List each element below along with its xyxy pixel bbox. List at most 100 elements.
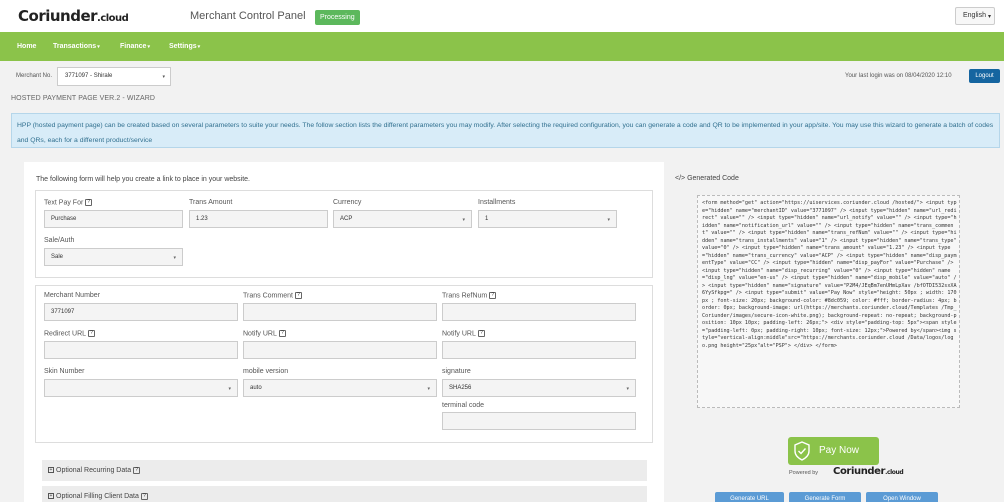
plus-icon: + [48,493,54,500]
nav-item-label: Transactions [53,43,97,50]
chevron-down-icon: ▾ [173,255,176,261]
merchant-number-input[interactable]: 3771097 [44,303,238,321]
plus-icon: + [48,467,54,474]
open-window-button[interactable]: Open Window [866,492,938,502]
text-pay-for-label: Text Pay For? [44,199,93,206]
last-login-text: Your last login was on 08/04/2020 12:10 [845,73,952,79]
mobile-version-label: mobile version [243,368,289,375]
mobile-version-value: auto [250,385,262,391]
top-header: Coriunder.cloud Merchant Control Panel P… [0,0,1004,32]
main-nav: Home Transactions▾ Finance▾ Settings▾ [0,32,1004,61]
field-label: Notify URL [243,330,277,338]
nav-item-finance[interactable]: Finance▾ [120,32,150,61]
generated-code-text[interactable]: <form method="get" action="https://uiser… [702,200,958,350]
info-alert: HPP (hosted payment page) can be created… [11,113,1000,148]
installments-value: 1 [485,216,489,222]
panel-title: Merchant Control Panel [190,10,306,22]
field-label: Trans RefNum [442,292,488,300]
nav-item-settings[interactable]: Settings▾ [169,32,200,61]
button-label: Generate Form [804,496,846,502]
help-icon[interactable]: ? [489,292,497,299]
field-label: Redirect URL [44,330,87,338]
generate-form-button[interactable]: Generate Form [789,492,861,502]
nav-item-transactions[interactable]: Transactions▾ [53,32,100,61]
powered-logo-tld: .cloud [885,469,904,476]
text-pay-for-input[interactable]: Purchase [44,210,183,228]
generate-url-button[interactable]: Generate URL [715,492,784,502]
trans-amount-input[interactable]: 1.23 [189,210,328,228]
installments-select[interactable]: 1 ▾ [478,210,617,228]
nav-item-label: Settings [169,43,197,50]
mobile-version-select[interactable]: auto ▾ [243,379,437,397]
help-icon[interactable]: ? [294,292,302,299]
sale-auth-select[interactable]: Sale ▾ [44,248,183,266]
nav-item-label: Home [17,43,37,50]
field-label: Notify URL [442,330,476,338]
chevron-down-icon: ▾ [607,217,610,223]
skin-number-select[interactable]: ▾ [44,379,238,397]
help-icon[interactable]: ? [88,330,96,337]
code-icon: </> [675,175,686,182]
chevron-down-icon: ▾ [228,386,231,392]
trans-comment-label: Trans Comment? [243,292,302,299]
language-select[interactable]: English ▾ [955,7,995,25]
pay-now-label: Pay Now [819,445,860,456]
powered-by-text: Powered by [789,470,819,476]
help-icon[interactable]: ? [133,466,141,474]
help-icon[interactable]: ? [278,330,286,337]
sale-auth-label: Sale/Auth [44,237,75,244]
help-icon[interactable]: ? [477,330,485,337]
chevron-down-icon: ▾ [987,14,991,20]
signature-select[interactable]: SHA256 ▾ [442,379,636,397]
brand-logo[interactable]: Coriunder.cloud [18,7,129,25]
logo-text: Coriunder [18,7,98,25]
nav-item-label: Finance [120,43,147,50]
accordion-recurring-data[interactable]: + Optional Recurring Data? [42,460,647,481]
powered-logo-text: Coriunder [833,466,886,477]
signature-label: signature [442,368,471,375]
redirect-url-label: Redirect URL? [44,330,96,338]
notify-url-2-input[interactable] [442,341,636,359]
help-icon[interactable]: ? [85,199,93,206]
accordion-client-data[interactable]: + Optional Filling Client Data? [42,486,647,502]
currency-value: ACP [340,216,353,222]
currency-label: Currency [333,199,362,206]
redirect-url-input[interactable] [44,341,238,359]
generated-code-label: Generated Code [687,175,739,182]
chevron-down-icon: ▾ [626,386,629,392]
notify-url-2-label: Notify URL? [442,330,485,337]
chevron-down-icon: ▾ [197,44,201,50]
installments-label: Installments [478,199,516,206]
chevron-down-icon: ▾ [162,74,165,80]
currency-select[interactable]: ACP ▾ [333,210,472,228]
merchant-select[interactable]: 3771097 - Shirale ▾ [57,67,171,86]
trans-comment-input[interactable] [243,303,437,321]
skin-number-label: Skin Number [44,368,85,375]
trans-refnum-input[interactable] [442,303,636,321]
accordion-label: Optional Recurring Data [56,467,132,474]
trans-refnum-label: Trans RefNum? [442,292,497,300]
chevron-down-icon: ▾ [97,44,100,50]
powered-by-logo: Coriunder.cloud [833,466,904,477]
terminal-code-label: terminal code [442,402,485,409]
help-icon[interactable]: ? [140,492,148,500]
merchant-label: Merchant No. [16,73,53,79]
language-value: English [963,12,986,19]
chevron-down-icon: ▾ [427,386,430,392]
signature-value: SHA256 [449,385,472,391]
generated-code-title: </> Generated Code [675,175,739,182]
terminal-code-input[interactable] [442,412,636,430]
accordion-label: Optional Filling Client Data [56,493,139,500]
form-intro: The following form will help you create … [36,176,250,183]
shield-check-icon [794,441,810,461]
pay-now-button[interactable]: Pay Now [788,437,879,465]
notify-url-input[interactable] [243,341,437,359]
trans-amount-label: Trans Amount [189,199,233,206]
logout-button[interactable]: Logout [969,69,1000,83]
button-label: Open Window [883,496,921,502]
logo-tld: .cloud [97,13,129,24]
nav-item-home[interactable]: Home [17,32,36,61]
button-label: Generate URL [730,496,769,502]
merchant-select-value: 3771097 - Shirale [65,73,113,79]
notify-url-label: Notify URL? [243,330,286,337]
